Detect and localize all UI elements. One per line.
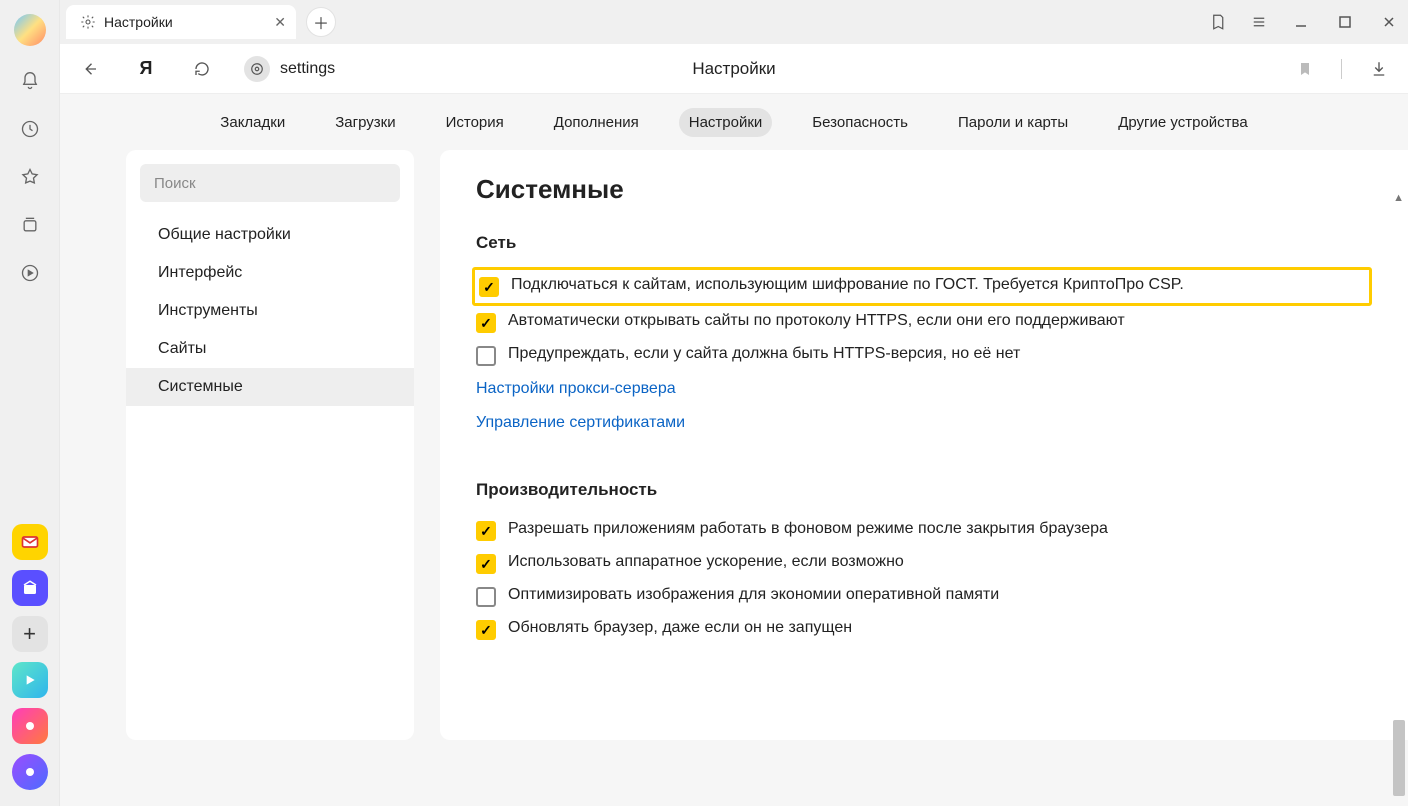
bookmarks-button[interactable] (1210, 13, 1228, 31)
window-minimize[interactable] (1290, 11, 1312, 33)
window-close[interactable] (1378, 11, 1400, 33)
top-menu-item[interactable]: Другие устройства (1108, 108, 1257, 137)
address-text[interactable]: settings (280, 60, 335, 78)
checkbox[interactable] (476, 346, 496, 366)
sidebar-item[interactable]: Общие настройки (126, 216, 414, 254)
settings-content: Системные Сеть Подключаться к сайтам, ис… (440, 150, 1408, 740)
page-title: Настройки (692, 59, 775, 79)
tabstrip: Настройки ✕ ＋ (60, 0, 1408, 44)
notifications-icon[interactable] (17, 68, 43, 94)
tab-title: Настройки (104, 14, 173, 30)
top-menu-item[interactable]: Загрузки (325, 108, 405, 137)
sidebar-item[interactable]: Инструменты (126, 292, 414, 330)
media-icon[interactable] (17, 260, 43, 286)
os-sidebar: + (0, 0, 60, 806)
checkbox[interactable] (476, 521, 496, 541)
window-maximize[interactable] (1334, 11, 1356, 33)
tile-add[interactable]: + (12, 616, 48, 652)
sidebar-item[interactable]: Интерфейс (126, 254, 414, 292)
option-row: Подключаться к сайтам, использующим шифр… (472, 267, 1372, 306)
settings-sidebar: Общие настройкиИнтерфейсИнструментыСайты… (126, 150, 414, 740)
tile-package[interactable] (12, 570, 48, 606)
checkbox[interactable] (476, 587, 496, 607)
gear-icon (80, 14, 96, 30)
option-label: Обновлять браузер, даже если он не запущ… (508, 619, 852, 637)
tile-play[interactable] (12, 662, 48, 698)
sidebar-item[interactable]: Системные (126, 368, 414, 406)
top-menu-item[interactable]: Настройки (679, 108, 773, 137)
close-icon[interactable]: ✕ (274, 14, 286, 31)
option-label: Использовать аппаратное ускорение, если … (508, 553, 904, 571)
checkbox[interactable] (476, 313, 496, 333)
favorites-icon[interactable] (17, 164, 43, 190)
section-performance-title: Производительность (476, 480, 1372, 500)
tab-settings[interactable]: Настройки ✕ (66, 5, 296, 39)
option-row: Разрешать приложениям работать в фоновом… (476, 514, 1372, 547)
history-icon[interactable] (17, 116, 43, 142)
top-menu-item[interactable]: Пароли и карты (948, 108, 1078, 137)
sidebar-item[interactable]: Сайты (126, 330, 414, 368)
scroll-thumb[interactable] (1393, 720, 1405, 796)
yandex-icon[interactable]: Я (132, 55, 160, 83)
menu-button[interactable] (1250, 13, 1268, 31)
back-button[interactable] (76, 55, 104, 83)
top-menu-item[interactable]: Безопасность (802, 108, 918, 137)
proxy-link[interactable]: Настройки прокси-сервера (476, 380, 676, 398)
option-row: Оптимизировать изображения для экономии … (476, 580, 1372, 613)
top-menu-item[interactable]: История (436, 108, 514, 137)
tile-mail[interactable] (12, 524, 48, 560)
option-row: Использовать аппаратное ускорение, если … (476, 547, 1372, 580)
settings-top-menu: Закладки Загрузки История Дополнения Настрой… (60, 94, 1408, 150)
checkbox[interactable] (476, 554, 496, 574)
top-menu-item[interactable]: Дополнения (544, 108, 649, 137)
scrollbar[interactable]: ▲ (1392, 192, 1406, 804)
scroll-up-arrow[interactable]: ▲ (1393, 192, 1404, 204)
toolbar: Я settings Настройки (60, 44, 1408, 94)
checkbox[interactable] (476, 620, 496, 640)
checkbox[interactable] (479, 277, 499, 297)
bookmark-icon[interactable] (1297, 60, 1313, 78)
site-icon[interactable] (244, 56, 270, 82)
downloads-icon[interactable] (1370, 60, 1388, 78)
new-tab-button[interactable]: ＋ (306, 7, 336, 37)
option-label: Разрешать приложениям работать в фоновом… (508, 520, 1108, 538)
option-row: Автоматически открывать сайты по протоко… (476, 306, 1372, 339)
option-label: Подключаться к сайтам, использующим шифр… (511, 276, 1184, 294)
option-row: Обновлять браузер, даже если он не запущ… (476, 613, 1372, 646)
separator (1341, 59, 1342, 79)
certificates-link[interactable]: Управление сертификатами (476, 414, 685, 432)
search-input[interactable] (140, 164, 400, 202)
tile-fire[interactable] (12, 708, 48, 744)
collections-icon[interactable] (17, 212, 43, 238)
option-label: Предупреждать, если у сайта должна быть … (508, 345, 1020, 363)
section-network-title: Сеть (476, 233, 1372, 253)
tile-alice[interactable] (12, 754, 48, 790)
settings-heading: Системные (476, 174, 1372, 205)
reload-button[interactable] (188, 55, 216, 83)
option-label: Оптимизировать изображения для экономии … (508, 586, 999, 604)
option-row: Предупреждать, если у сайта должна быть … (476, 339, 1372, 372)
avatar[interactable] (14, 14, 46, 46)
top-menu-item[interactable]: Закладки (210, 108, 295, 137)
option-label: Автоматически открывать сайты по протоко… (508, 312, 1125, 330)
